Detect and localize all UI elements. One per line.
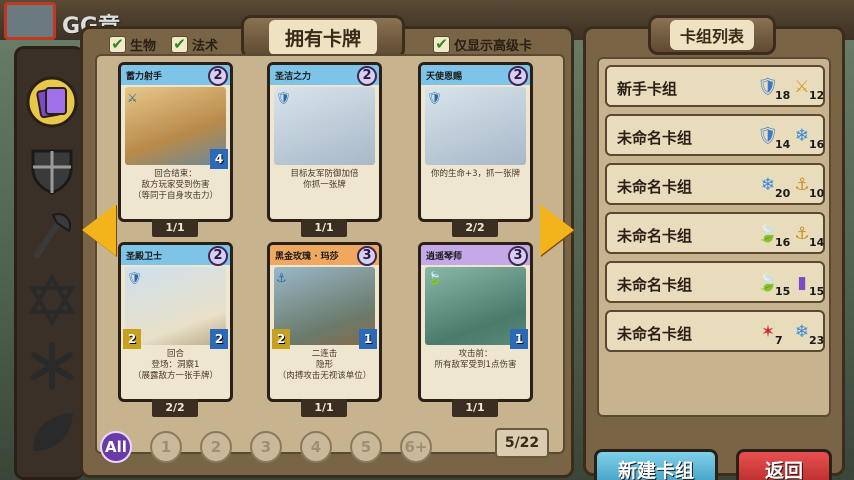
deck-name: 未命名卡组	[617, 276, 693, 294]
card-health: 4	[210, 149, 228, 169]
filter-advanced[interactable]: ✔ 仅显示高级卡	[433, 33, 532, 55]
deck-row[interactable]: 未命名卡组 🛡 14 ❄ 16	[605, 114, 825, 156]
deck-faction-b-count: 23	[809, 334, 825, 347]
card-text: 你的生命+3，抓一张牌	[430, 169, 521, 179]
card-count: 2/2	[152, 399, 198, 417]
deck-faction-b-count: 14	[809, 236, 825, 249]
deck-title: 卡组列表	[669, 20, 754, 50]
card-count: 1/1	[452, 399, 498, 417]
page-counter: 5/22	[495, 428, 549, 458]
shield-icon[interactable]	[25, 143, 79, 197]
deck-list: 新手卡组 🛡 18 ⚔ 12 未命名卡组 🛡 14 ❄ 16 未命名卡组 ❄ 20 ⚓ 10 未命名卡组 🍃 16…	[597, 57, 831, 417]
deck-faction-a-count: 15	[775, 285, 791, 298]
card-3[interactable]: 天使恩赐 2 🛡 你的生命+3，抓一张牌	[418, 62, 533, 222]
filter-advanced-label: 仅显示高级卡	[454, 38, 533, 54]
card-faction-icon: ⚔	[127, 91, 138, 105]
filter-creature[interactable]: ✔ 生物	[109, 33, 156, 55]
card-cost: 2	[508, 66, 528, 86]
deck-faction-b-count: 16	[809, 138, 825, 151]
deck-row[interactable]: 新手卡组 🛡 18 ⚔ 12	[605, 65, 825, 107]
card-faction-icon: ⚓	[276, 271, 287, 285]
card-2[interactable]: 圣洁之力 2 🛡 目标友军防御加倍 你抓一张牌	[267, 62, 382, 222]
checkbox-advanced[interactable]: ✔	[433, 35, 450, 53]
card-faction-icon: 🛡	[276, 91, 292, 105]
leaf-icon[interactable]	[25, 405, 79, 459]
deck-faction-a-count: 7	[775, 334, 783, 347]
page-3[interactable]: 3	[250, 431, 282, 463]
panel-title-tab: 拥有卡牌	[241, 15, 405, 59]
prev-page-arrow[interactable]	[82, 204, 116, 256]
deck-faction-b-count: 15	[809, 285, 825, 298]
deck-name: 未命名卡组	[617, 325, 693, 343]
card-health: 1	[359, 329, 377, 349]
deck-faction-b-count: 10	[809, 187, 825, 200]
card-attack: 2	[123, 329, 141, 349]
page-6plus[interactable]: 6+	[400, 431, 432, 463]
avatar[interactable]	[4, 2, 56, 40]
card-4[interactable]: 圣殿卫士 2 🛡 回合 登场：洞察1 （展露敌方一张手牌） 2 2	[118, 242, 233, 402]
category-rail	[14, 46, 84, 480]
card-count: 1/1	[152, 219, 198, 237]
card-health: 2	[210, 329, 228, 349]
card-6[interactable]: 逍遥琴师 3 🍃 攻击前： 所有敌军受到1点伤害 1	[418, 242, 533, 402]
filter-spell-label: 法术	[192, 38, 219, 54]
axe-icon[interactable]	[25, 207, 79, 261]
deck-name: 未命名卡组	[617, 227, 693, 245]
deck-row[interactable]: 未命名卡组 ✶ 7 ❄ 23	[605, 310, 825, 352]
filter-spell[interactable]: ✔ 法术	[171, 33, 218, 55]
page-4[interactable]: 4	[300, 431, 332, 463]
deck-name: 新手卡组	[617, 80, 678, 98]
card-text: 目标友军防御加倍 你抓一张牌	[290, 169, 359, 190]
card-text: 二连击 隐形 （肉搏攻击无视该单位）	[277, 349, 372, 381]
deck-faction-a-count: 18	[775, 89, 791, 102]
next-page-arrow[interactable]	[540, 204, 574, 256]
card-cost: 2	[357, 66, 377, 86]
snowflake-icon[interactable]	[25, 339, 79, 393]
deck-row[interactable]: 未命名卡组 🍃 15 ▮ 15	[605, 261, 825, 303]
deck-name: 未命名卡组	[617, 178, 693, 196]
category-all-icon[interactable]	[25, 75, 79, 129]
filter-creature-label: 生物	[130, 38, 157, 54]
card-cost: 2	[208, 66, 228, 86]
panel-title: 拥有卡牌	[268, 19, 377, 55]
deck-title-tab: 卡组列表	[648, 15, 776, 55]
deck-list-panel: 卡组列表 新手卡组 🛡 18 ⚔ 12 未命名卡组 🛡 14 ❄ 16 未命名卡组 ❄ 20 ⚓ 10 未命名…	[583, 15, 845, 480]
deck-faction-a-count: 16	[775, 236, 791, 249]
card-cost: 3	[357, 246, 377, 266]
deck-faction-a-count: 14	[775, 138, 791, 151]
card-count: 1/1	[301, 399, 347, 417]
deck-row[interactable]: 未命名卡组 ❄ 20 ⚓ 10	[605, 163, 825, 205]
deck-name: 未命名卡组	[617, 129, 693, 147]
deck-faction-a-count: 20	[775, 187, 791, 200]
card-faction-icon: 🛡	[427, 91, 443, 105]
card-text: 回合结束： 敌方玩家受到伤害 （等同于自身攻击力）	[132, 169, 218, 201]
card-count: 2/2	[452, 219, 498, 237]
page-2[interactable]: 2	[200, 431, 232, 463]
card-1[interactable]: 蓄力射手 2 ⚔ 回合结束： 敌方玩家受到伤害 （等同于自身攻击力） 4	[118, 62, 233, 222]
card-cost: 3	[508, 246, 528, 266]
card-attack: 2	[272, 329, 290, 349]
checkbox-spell[interactable]: ✔	[171, 35, 188, 53]
card-text: 攻击前： 所有敌军受到1点伤害	[434, 349, 517, 370]
page-all[interactable]: All	[100, 431, 132, 463]
new-deck-button[interactable]: 新建卡组	[594, 449, 718, 480]
card-faction-icon: 🍃	[427, 271, 442, 285]
page-1[interactable]: 1	[150, 431, 182, 463]
card-5[interactable]: 黑金玫瑰 · 玛莎 3 ⚓ 二连击 隐形 （肉搏攻击无视该单位） 2 1	[267, 242, 382, 402]
hexagram-icon[interactable]	[25, 273, 79, 327]
deck-row[interactable]: 未命名卡组 🍃 16 ⚓ 14	[605, 212, 825, 254]
deck-faction-b-count: 12	[809, 89, 825, 102]
card-count: 1/1	[301, 219, 347, 237]
card-health: 1	[510, 329, 528, 349]
card-text: 回合 登场：洞察1 （展露敌方一张手牌）	[132, 349, 218, 381]
card-cost: 2	[208, 246, 228, 266]
back-button[interactable]: 返回	[736, 449, 832, 480]
page-5[interactable]: 5	[350, 431, 382, 463]
card-faction-icon: 🛡	[127, 271, 143, 285]
checkbox-creature[interactable]: ✔	[109, 35, 126, 53]
